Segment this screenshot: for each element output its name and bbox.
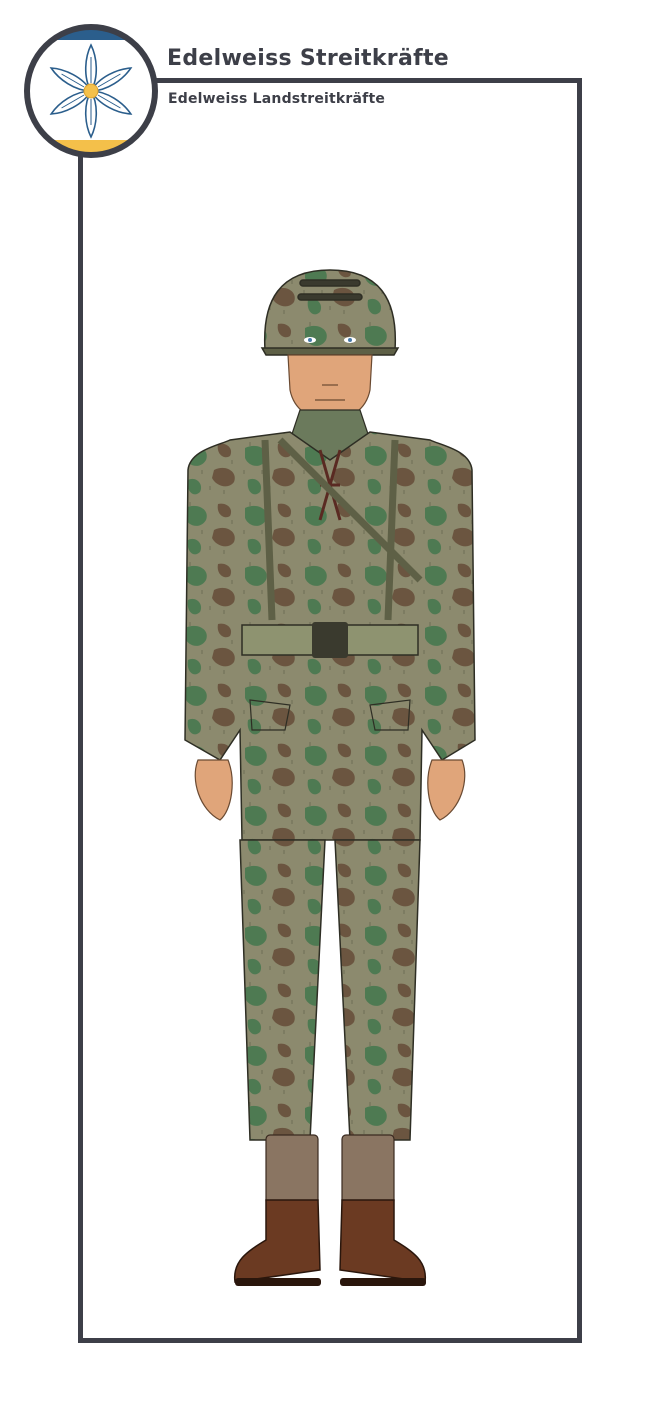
gaiters xyxy=(265,1134,395,1206)
helmet xyxy=(260,269,400,356)
boot-soles xyxy=(235,1278,426,1286)
right-hand xyxy=(427,759,466,821)
trousers xyxy=(239,839,421,1141)
edelweiss-emblem-icon xyxy=(24,24,158,158)
page-title: Edelweiss Streitkräfte xyxy=(167,46,449,71)
right-pocket-flap xyxy=(369,699,411,731)
soldier-illustration xyxy=(184,269,476,1286)
left-hand xyxy=(194,759,233,821)
left-pocket-flap xyxy=(249,699,291,731)
page-subtitle: Edelweiss Landstreitkräfte xyxy=(168,91,386,107)
boots xyxy=(234,1199,426,1283)
belt xyxy=(241,622,419,658)
